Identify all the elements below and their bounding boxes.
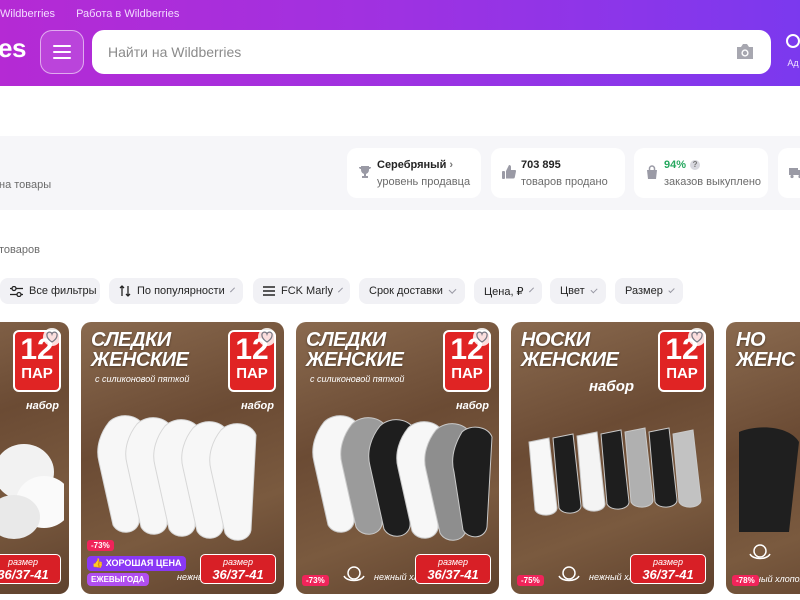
product-image (312, 415, 493, 541)
search-bar (92, 30, 771, 74)
product-card[interactable]: НО ЖЕНС нежный хлопок -78% (726, 322, 800, 594)
filter-all-label: Все фильтры (29, 285, 97, 297)
seller-level-value: Серебряный (377, 159, 447, 171)
promo-badges: -73% 👍 ХОРОШАЯ ЦЕНА ЕЖЕВЫГОДА (87, 535, 187, 586)
size-badge: размер 36/37-41 (630, 554, 706, 584)
sort-label: По популярности (137, 285, 225, 297)
address-label: Ад (787, 58, 799, 68)
discount-badge: -73% (87, 540, 114, 551)
top-links: Wildberries Работа в Wildberries (0, 8, 197, 20)
discount-badge: -75% (517, 575, 544, 586)
menu-button[interactable] (40, 30, 84, 74)
sort-dropdown[interactable]: По популярности (109, 278, 243, 304)
color-filter-label: Цвет (560, 285, 585, 297)
color-filter[interactable]: Цвет (550, 278, 606, 304)
chevron-down-icon (229, 286, 235, 293)
chevron-down-icon (668, 286, 675, 293)
size-badge: размер 36/37-41 (0, 554, 61, 584)
search-input[interactable] (92, 30, 692, 74)
filter-sliders-icon (10, 285, 23, 297)
product-count: товаров (0, 244, 40, 256)
product-title: НОСКИ ЖЕНСКИЕ (521, 329, 619, 371)
seller-info-strip: на товары Серебряный › уровень продавца … (0, 136, 800, 210)
product-image (528, 427, 702, 516)
burger-icon (53, 45, 71, 59)
cotton-icon (343, 566, 365, 582)
chevron-down-icon (590, 285, 598, 294)
items-sold-label: товаров продано (521, 176, 608, 188)
product-subtitle: с силиконовой пяткой (95, 374, 190, 384)
cotton-icon (749, 544, 771, 560)
logo[interactable]: es (0, 33, 26, 64)
seller-extra-card (778, 148, 800, 198)
product-card[interactable]: НОСКИ ЖЕНСКИЕ набор 12 ПАР нежный хлопок… (511, 322, 714, 594)
sort-icon (119, 285, 131, 297)
top-link-jobs[interactable]: Работа в Wildberries (76, 8, 179, 20)
discount-badge: -73% (302, 575, 329, 586)
product-card[interactable]: 12 ПАР набор размер 36/37-41 (0, 322, 69, 594)
top-link-wildberries[interactable]: Wildberries (0, 8, 55, 20)
everyday-badge: ЕЖЕВЫГОДА (87, 573, 149, 586)
thumbs-up-icon (502, 165, 517, 179)
filter-all-button[interactable]: Все фильтры (0, 278, 100, 304)
discount-badge: -78% (732, 575, 759, 586)
product-card[interactable]: СЛЕДКИ ЖЕНСКИЕ с силиконовой пяткой 12 П… (296, 322, 499, 594)
product-title: НО ЖЕНС (736, 329, 795, 371)
size-badge: размер 36/37-41 (415, 554, 491, 584)
seller-hint: на товары (0, 179, 52, 191)
product-image (739, 427, 799, 532)
good-price-badge: ХОРОШАЯ ЦЕНА (105, 558, 182, 568)
favorite-heart-icon[interactable] (258, 328, 276, 346)
chevron-down-icon (448, 285, 457, 294)
product-card[interactable]: СЛЕДКИ ЖЕНСКИЕ с силиконовой пяткой 12 П… (81, 322, 284, 594)
location-icon (786, 34, 800, 48)
camera-icon[interactable] (735, 43, 755, 60)
chevron-down-icon (528, 286, 534, 293)
price-filter-label: Цена, ₽ (484, 285, 524, 298)
product-image (97, 415, 257, 541)
delivery-filter-label: Срок доставки (369, 285, 443, 297)
help-icon[interactable]: ? (690, 160, 701, 170)
size-filter-label: Размер (625, 285, 663, 297)
size-badge: размер 36/37-41 (200, 554, 276, 584)
product-subtitle: набор (589, 378, 635, 395)
page: Wildberries Работа в Wildberries es Ад н… (0, 0, 800, 600)
price-filter[interactable]: Цена, ₽ (474, 278, 542, 304)
orders-redeemed-label: заказов выкуплено (664, 176, 762, 188)
product-subtitle: с силиконовой пяткой (310, 374, 405, 384)
product-title: СЛЕДКИ ЖЕНСКИЕ (306, 329, 404, 371)
delivery-filter[interactable]: Срок доставки (359, 278, 465, 304)
items-sold-card: 703 895 товаров продано (491, 148, 625, 198)
list-icon (263, 286, 275, 296)
brand-filter-label: FCK Marly (281, 285, 333, 297)
header: Wildberries Работа в Wildberries es Ад (0, 0, 800, 86)
favorite-heart-icon[interactable] (43, 328, 61, 346)
bag-icon (647, 165, 657, 179)
brand-filter[interactable]: FCK Marly (253, 278, 350, 304)
product-image (0, 444, 64, 539)
truck-icon (789, 168, 800, 179)
favorite-heart-icon[interactable] (688, 328, 706, 346)
favorite-heart-icon[interactable] (473, 328, 491, 346)
seller-level-card[interactable]: Серебряный › уровень продавца (347, 148, 481, 198)
trophy-icon (359, 166, 371, 178)
address-button[interactable]: Ад (782, 30, 800, 68)
seller-level-label: уровень продавца (377, 176, 471, 188)
orders-redeemed-card: 94%? заказов выкуплено (634, 148, 768, 198)
cotton-icon (558, 566, 580, 582)
size-filter[interactable]: Размер (615, 278, 683, 304)
chevron-down-icon (337, 287, 343, 292)
chevron-right-icon: › (449, 159, 454, 171)
orders-redeemed-value: 94% (664, 159, 687, 171)
thumb-icon: 👍 (92, 558, 104, 568)
items-sold-value: 703 895 (521, 159, 561, 171)
product-title: СЛЕДКИ ЖЕНСКИЕ (91, 329, 189, 371)
